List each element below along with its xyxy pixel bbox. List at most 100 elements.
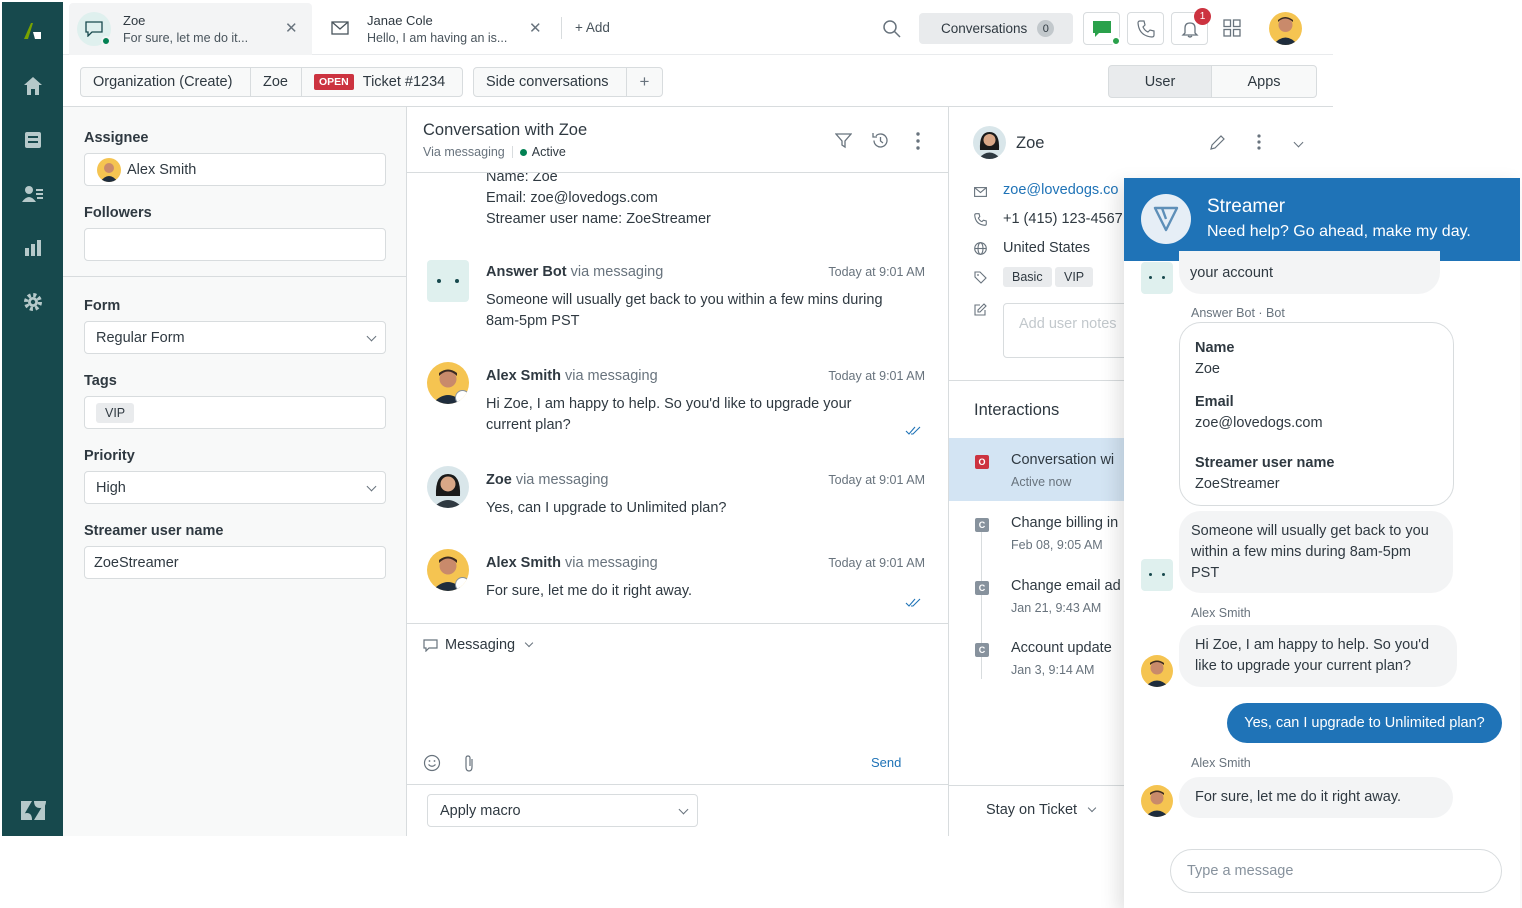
interaction-badge: C [975,581,989,595]
settings-gear-icon[interactable] [20,289,46,315]
side-conversations-button[interactable]: Side conversations [473,67,627,97]
channel-switcher[interactable]: Messaging [423,637,534,653]
tab-zoe-preview: For sure, let me do it... [123,31,249,45]
message-text: Someone will usually get back to you wit… [486,292,883,329]
breadcrumb-organization[interactable]: Organization (Create) [80,67,251,97]
message-via: via messaging [564,555,658,571]
priority-value: High [96,479,126,496]
close-tab-icon[interactable]: ✕ [529,19,542,37]
message-text: Yes, can I upgrade to Unlimited plan? [486,500,727,516]
agent-label: Alex Smith [1191,606,1251,620]
tab-janae-cole[interactable]: Janae Cole Hello, I am having an is... ✕ [313,3,561,55]
user-email[interactable]: zoe@lovedogs.co [1003,182,1118,198]
card-email-label: Email [1195,394,1234,410]
chevron-down-icon [524,638,534,648]
tag-vip[interactable]: VIP [96,402,135,423]
streamer-logo-icon [1141,194,1191,244]
active-dot-icon [519,148,527,156]
email-icon [331,21,349,40]
add-side-conversation-button[interactable]: + [626,67,663,97]
history-icon[interactable] [871,131,890,155]
breadcrumb-user[interactable]: Zoe [250,67,302,97]
followers-field[interactable] [84,228,386,261]
user-name: Zoe [1016,134,1045,152]
conversations-button[interactable]: Conversations 0 [919,13,1073,44]
views-icon[interactable] [20,127,46,153]
message-author: Alex Smith [486,555,561,571]
tab-janae-preview: Hello, I am having an is... [367,31,508,45]
read-receipt-icon [905,595,921,613]
add-tab-button[interactable]: + Add [575,20,610,35]
interaction-title: Conversation wi [1011,452,1115,468]
message-text: Hi Zoe, I am happy to help. So you'd lik… [486,396,852,433]
messaging-status-button[interactable] [1083,12,1121,46]
user-tag-basic[interactable]: Basic [1003,267,1052,287]
tab-zoe[interactable]: Zoe For sure, let me do it... ✕ [69,3,312,55]
chevron-down-icon [678,804,689,815]
intro-name: Name: Zoe [486,173,558,185]
conversation-status: Active [531,145,566,159]
product-tray-grid-icon[interactable] [1223,19,1241,42]
reporting-icon[interactable] [20,235,46,261]
assignee-field[interactable]: Alex Smith [84,153,386,186]
more-options-icon[interactable] [1257,134,1261,155]
priority-label: Priority [84,448,135,464]
user-tag-vip[interactable]: VIP [1055,267,1094,287]
interaction-badge: C [975,643,989,657]
more-options-icon[interactable] [916,132,920,150]
message-time: Today at 9:01 AM [828,556,925,570]
form-select[interactable]: Regular Form [84,321,386,354]
interaction-subtitle: Active now [1011,475,1072,489]
agent-avatar [427,549,469,591]
channel-label: Messaging [445,637,516,653]
bot-avatar [427,260,469,302]
home-icon[interactable] [20,73,46,99]
tab-user[interactable]: User [1108,65,1212,98]
breadcrumb-ticket[interactable]: OPEN Ticket #1234 [301,67,463,97]
edit-pencil-icon[interactable] [1209,134,1226,156]
message-author: Answer Bot [486,264,567,280]
chat-bubble-icon [423,638,438,652]
widget-message-input[interactable]: Type a message [1170,849,1502,893]
zendesk-logo-icon[interactable] [20,18,46,44]
conversation-panel: Conversation with Zoe Via messaging Acti… [407,107,949,836]
profile-avatar[interactable] [1269,12,1302,45]
agent-avatar [1141,785,1173,817]
top-bar: Zoe For sure, let me do it... ✕ Janae Co… [63,0,1333,55]
form-value: Regular Form [96,329,185,346]
agent-message: Hi Zoe, I am happy to help. So you'd lik… [1179,625,1457,687]
messaging-widget: Streamer Need help? Go ahead, make my da… [1124,178,1520,908]
search-icon[interactable] [882,19,902,44]
stay-label: Stay on Ticket [986,802,1078,818]
stay-on-ticket-select[interactable]: Stay on Ticket [986,802,1097,818]
chevron-down-icon[interactable] [1293,137,1304,148]
conversations-label: Conversations [941,21,1028,36]
zoe-avatar [973,126,1006,159]
notifications-bell-icon[interactable]: 1 [1171,8,1211,45]
attachment-icon[interactable] [463,754,475,778]
ticket-subbar: Organization (Create) Zoe OPEN Ticket #1… [63,55,1333,107]
tab-janae-name: Janae Cole [367,13,433,28]
bot-label: Answer Bot · Bot [1191,306,1285,320]
tab-zoe-name: Zoe [123,13,146,28]
priority-select[interactable]: High [84,471,386,504]
filter-icon[interactable] [834,132,853,154]
interaction-title: Change billing in [1011,515,1119,531]
apply-macro-select[interactable]: Apply macro [427,794,698,827]
emoji-icon[interactable] [423,754,441,777]
ticket-properties-panel: Assignee Alex Smith Followers Form Regul… [63,107,407,836]
phone-icon[interactable] [1127,12,1164,45]
chat-bubble-icon [77,12,111,46]
form-label: Form [84,298,121,314]
streamer-field[interactable]: ZoeStreamer [84,546,386,579]
interaction-subtitle: Feb 08, 9:05 AM [1011,538,1103,552]
status-badge: OPEN [314,74,354,90]
customers-icon[interactable] [20,181,46,207]
tab-apps[interactable]: Apps [1211,65,1317,98]
send-button[interactable]: Send [871,755,901,770]
message-via: via messaging [564,368,658,384]
tags-field[interactable]: VIP [84,396,386,429]
zendesk-z-icon[interactable] [20,798,46,824]
close-tab-icon[interactable]: ✕ [285,19,298,37]
conversations-count: 0 [1037,20,1055,37]
